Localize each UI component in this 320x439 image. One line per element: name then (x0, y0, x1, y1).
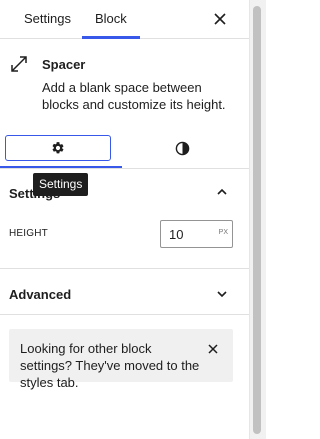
height-field[interactable]: PX (160, 220, 233, 248)
inspector-subtabs (0, 133, 249, 169)
block-title: Spacer (42, 57, 86, 72)
block-inspector-panel: Settings Block Spacer Add a blank space … (0, 0, 249, 439)
tooltip: Settings (33, 173, 89, 196)
advanced-section-title[interactable]: Advanced (9, 287, 71, 302)
resize-arrows-icon (11, 56, 27, 72)
tab-styles[interactable] (127, 135, 237, 161)
scrollbar-thumb[interactable] (253, 6, 261, 434)
subtab-active-indicator (0, 166, 122, 168)
notice-text: Looking for other block settings? They'v… (20, 341, 200, 390)
gear-icon (52, 142, 64, 154)
active-tab-indicator (82, 36, 140, 39)
notice-dismiss-button[interactable] (205, 341, 221, 357)
section-divider (0, 268, 249, 269)
chevron-up-icon[interactable] (213, 183, 231, 201)
half-circle-contrast-icon (175, 141, 189, 155)
block-description: Add a blank space between blocks and cus… (42, 80, 226, 112)
styles-tab-notice: Looking for other block settings? They'v… (9, 329, 233, 390)
sidebar-header: Settings Block (0, 0, 249, 39)
close-button[interactable] (210, 9, 230, 29)
height-unit-label[interactable]: PX (219, 229, 228, 236)
tab-settings[interactable]: Settings (24, 0, 71, 39)
section-divider (0, 314, 249, 315)
height-input[interactable] (161, 221, 216, 247)
close-icon (208, 344, 218, 354)
tab-settings-gear[interactable] (5, 135, 111, 161)
chevron-down-icon[interactable] (213, 285, 231, 303)
height-label: HEIGHT (9, 228, 48, 239)
tab-block[interactable]: Block (95, 0, 127, 39)
close-icon (214, 13, 226, 25)
